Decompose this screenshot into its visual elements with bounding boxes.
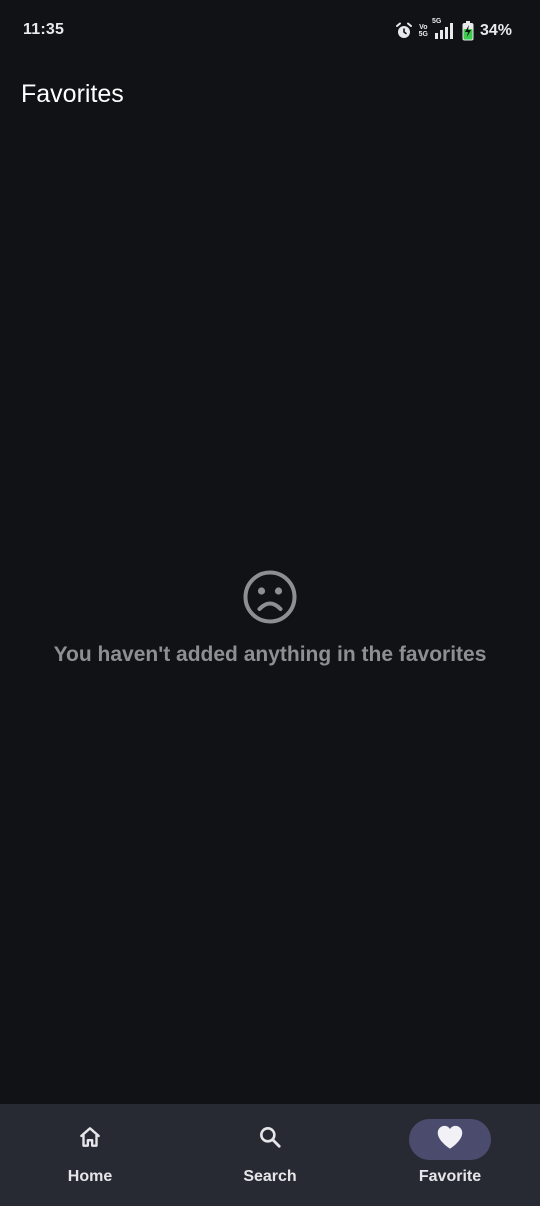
search-icon [257, 1124, 283, 1155]
nav-item-home[interactable]: Home [0, 1104, 180, 1206]
bottom-navigation: Home Search Favorite [0, 1104, 540, 1206]
nav-pill-favorite-active [409, 1119, 491, 1160]
signal-icon: 5G [432, 18, 456, 40]
alarm-icon [395, 22, 413, 40]
status-icons: Vo 5G 5G 34% [395, 18, 512, 42]
nav-pill-home [49, 1119, 131, 1160]
battery-percent: 34% [479, 22, 512, 39]
nav-pill-search [229, 1119, 311, 1160]
nav-label-search: Search [243, 1168, 297, 1185]
volte-network-label: 5G [418, 31, 428, 38]
volte-label: Vo [419, 24, 428, 31]
nav-label-home: Home [67, 1168, 113, 1185]
page-title: Favorites [21, 80, 124, 108]
signal-network-label: 5G [431, 18, 442, 25]
status-time: 11:35 [23, 21, 65, 38]
empty-message: You haven't added anything in the favori… [53, 643, 487, 666]
nav-item-favorite[interactable]: Favorite [360, 1104, 540, 1206]
sad-face-icon [242, 569, 298, 625]
heart-icon [436, 1124, 464, 1155]
nav-item-search[interactable]: Search [180, 1104, 360, 1206]
empty-state: You haven't added anything in the favori… [0, 569, 540, 667]
volte-icon: Vo 5G [419, 24, 428, 38]
battery-charging-icon [462, 21, 474, 41]
home-icon [77, 1124, 103, 1155]
status-bar: 11:35 Vo 5G 5G 34% [0, 0, 540, 62]
nav-label-favorite: Favorite [418, 1168, 482, 1185]
